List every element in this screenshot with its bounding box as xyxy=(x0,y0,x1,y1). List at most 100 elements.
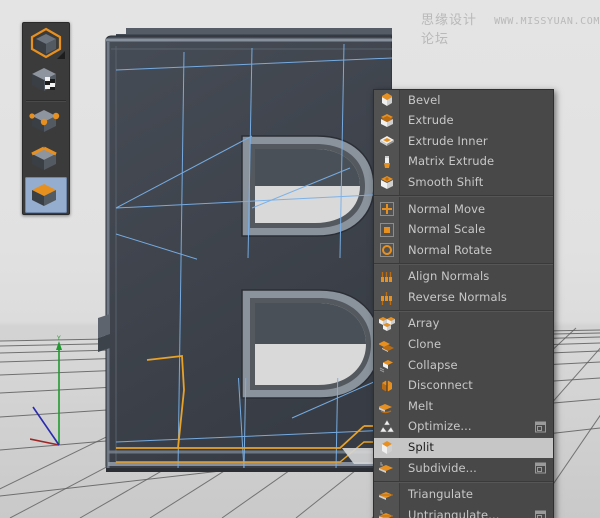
align-normals-icon xyxy=(379,269,395,285)
bevel-icon xyxy=(379,92,395,108)
untriangulate-icon xyxy=(379,508,395,518)
menu-item-label: Collapse xyxy=(399,360,458,372)
menu-item-extrude-inner[interactable]: Extrude Inner xyxy=(374,131,553,152)
reverse-normals-icon xyxy=(379,290,395,306)
watermark-cn-text: 思缘设计论坛 xyxy=(421,9,487,47)
optimize-icon xyxy=(374,417,399,438)
menu-item-normal-rotate[interactable]: Normal Rotate xyxy=(374,240,553,261)
tool-model-mode[interactable] xyxy=(25,25,67,61)
menu-item-label: Subdivide... xyxy=(399,463,477,475)
clone-icon xyxy=(374,335,399,356)
tool-edges-mode[interactable] xyxy=(25,140,67,176)
menu-separator xyxy=(374,263,553,265)
polygon-context-menu[interactable]: Bevel Extrude Extrude Inner Matrix Extrude S… xyxy=(373,89,554,518)
menu-item-align-normals[interactable]: Align Normals xyxy=(374,267,553,288)
menu-item-options-button[interactable] xyxy=(535,510,546,518)
menu-item-reverse-normals[interactable]: Reverse Normals xyxy=(374,287,553,308)
menu-item-label: Extrude xyxy=(399,115,454,127)
menu-item-label: Split xyxy=(399,442,434,454)
melt-icon xyxy=(379,399,395,415)
disconnect-icon xyxy=(379,378,395,394)
menu-item-label: Optimize... xyxy=(399,421,472,433)
edges-mode-icon xyxy=(29,142,63,174)
melt-icon xyxy=(374,396,399,417)
menu-item-untriangulate[interactable]: Untriangulate... xyxy=(374,505,553,518)
untriangulate-icon xyxy=(374,505,399,518)
menu-item-bevel[interactable]: Bevel xyxy=(374,90,553,111)
menu-item-smooth-shift[interactable]: Smooth Shift xyxy=(374,172,553,193)
tool-options-corner-icon xyxy=(57,51,65,59)
menu-item-extrude[interactable]: Extrude xyxy=(374,111,553,132)
disconnect-icon xyxy=(374,376,399,397)
menu-item-normal-move[interactable]: Normal Move xyxy=(374,199,553,220)
tool-points-mode[interactable] xyxy=(25,104,67,140)
normal-move-icon xyxy=(379,201,395,217)
application-window: Y xyxy=(0,0,600,518)
menu-item-matrix-extrude[interactable]: Matrix Extrude xyxy=(374,152,553,173)
menu-item-optimize[interactable]: Optimize... xyxy=(374,417,553,438)
menu-item-label: Melt xyxy=(399,401,433,413)
menu-body: Bevel Extrude Extrude Inner Matrix Extrude S… xyxy=(374,90,553,518)
extrude-inner-icon xyxy=(379,133,395,149)
tool-polygons-mode[interactable] xyxy=(25,177,67,213)
menu-item-array[interactable]: Array xyxy=(374,314,553,335)
menu-item-options-button[interactable] xyxy=(535,463,546,474)
menu-item-melt[interactable]: Melt xyxy=(374,396,553,417)
menu-item-normal-scale[interactable]: Normal Scale xyxy=(374,220,553,241)
menu-item-label: Extrude Inner xyxy=(399,136,488,148)
normal-scale-icon xyxy=(374,220,399,241)
clone-icon xyxy=(379,337,395,353)
menu-item-label: Clone xyxy=(399,339,441,351)
menu-item-clone[interactable]: Clone xyxy=(374,335,553,356)
options-dialog-icon[interactable] xyxy=(535,422,546,433)
extrude-icon xyxy=(379,113,395,129)
menu-item-label: Array xyxy=(399,318,439,330)
svg-text:Y: Y xyxy=(56,335,61,342)
menu-item-label: Triangulate xyxy=(399,489,473,501)
menu-item-label: Normal Move xyxy=(399,204,485,216)
subdivide-icon xyxy=(379,460,395,476)
normal-rotate-icon xyxy=(379,242,395,258)
extrude-icon xyxy=(374,111,399,132)
collapse-icon xyxy=(379,357,395,373)
triangulate-icon xyxy=(379,487,395,503)
menu-item-label: Reverse Normals xyxy=(399,292,507,304)
normal-scale-icon xyxy=(379,222,395,238)
menu-item-label: Smooth Shift xyxy=(399,177,483,189)
smooth-shift-icon xyxy=(379,175,395,191)
menu-item-disconnect[interactable]: Disconnect xyxy=(374,376,553,397)
menu-item-label: Untriangulate... xyxy=(399,510,499,518)
letter-b-model[interactable] xyxy=(92,18,392,480)
menu-separator xyxy=(374,310,553,312)
options-dialog-icon[interactable] xyxy=(535,463,546,474)
matrix-extrude-icon xyxy=(379,154,395,170)
menu-item-split[interactable]: Split xyxy=(374,438,553,459)
menu-item-label: Align Normals xyxy=(399,271,489,283)
polygons-mode-icon xyxy=(29,179,63,211)
menu-item-label: Normal Scale xyxy=(399,224,485,236)
normal-move-icon xyxy=(374,199,399,220)
align-normals-icon xyxy=(374,267,399,288)
smooth-shift-icon xyxy=(374,172,399,193)
points-mode-icon xyxy=(29,105,63,137)
menu-item-options-button[interactable] xyxy=(535,422,546,433)
menu-item-label: Disconnect xyxy=(399,380,473,392)
matrix-extrude-icon xyxy=(374,152,399,173)
menu-item-label: Matrix Extrude xyxy=(399,156,494,168)
menu-item-subdivide[interactable]: Subdivide... xyxy=(374,458,553,479)
palette-divider xyxy=(26,100,66,102)
watermark-en-text: WWW.MISSYUAN.COM xyxy=(494,16,600,27)
mode-toolbar[interactable] xyxy=(22,22,70,215)
split-icon xyxy=(379,440,395,456)
array-icon xyxy=(374,314,399,335)
menu-item-collapse[interactable]: Collapse xyxy=(374,355,553,376)
texture-mode-icon xyxy=(29,64,63,96)
collapse-icon xyxy=(374,355,399,376)
options-dialog-icon[interactable] xyxy=(535,510,546,518)
optimize-icon xyxy=(379,419,395,435)
menu-item-triangulate[interactable]: Triangulate xyxy=(374,485,553,506)
normal-rotate-icon xyxy=(374,240,399,261)
tool-texture-mode[interactable] xyxy=(25,62,67,98)
triangulate-icon xyxy=(374,485,399,506)
watermark: 思缘设计论坛 WWW.MISSYUAN.COM xyxy=(421,9,600,47)
